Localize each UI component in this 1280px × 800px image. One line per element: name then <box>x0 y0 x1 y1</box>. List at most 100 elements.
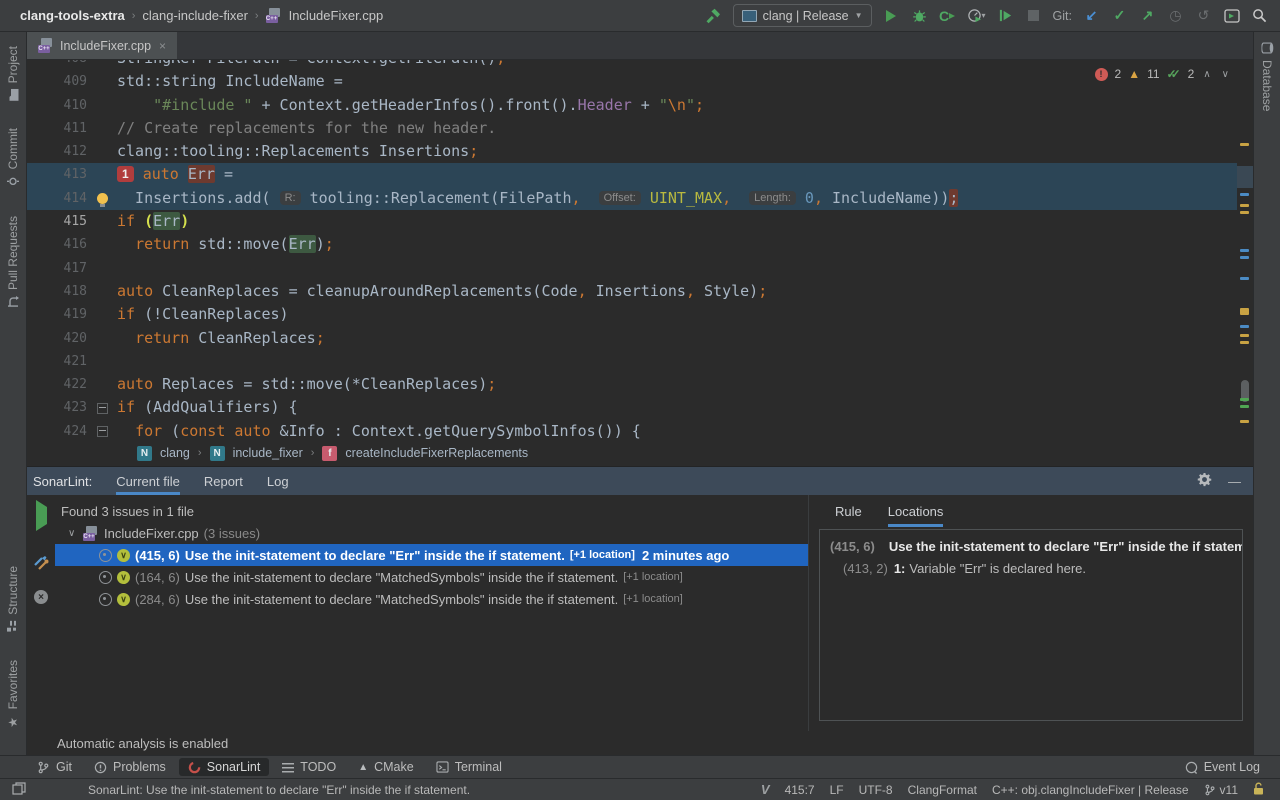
line-number[interactable]: 421 <box>27 350 87 373</box>
run-anything-icon[interactable] <box>1223 7 1240 25</box>
sidebar-item-commit[interactable]: Commit <box>6 128 20 187</box>
build-hammer-icon[interactable] <box>705 7 722 25</box>
code-line-424[interactable]: 424 for (const auto &Info : Context.getQ… <box>27 420 1237 440</box>
file-encoding[interactable]: UTF-8 <box>859 783 893 797</box>
breadcrumb-project[interactable]: clang-tools-extra <box>20 8 125 23</box>
toolwindow-git[interactable]: Git <box>28 758 81 776</box>
gutter[interactable] <box>87 327 117 350</box>
line-number[interactable]: 408 <box>27 60 87 70</box>
code-line-412[interactable]: 412clang::tooling::Replacements Insertio… <box>27 140 1237 163</box>
sidebar-item-pull-requests[interactable]: Pull Requests <box>6 216 20 308</box>
line-number[interactable]: 413 <box>27 163 87 186</box>
code-line-409[interactable]: 409std::string IncludeName = <box>27 70 1237 93</box>
configure-tools-icon[interactable] <box>34 555 49 575</box>
gutter[interactable] <box>87 117 117 140</box>
line-number[interactable]: 415 <box>27 210 87 233</box>
code-line-419[interactable]: 419if (!CleanReplaces) <box>27 303 1237 326</box>
sidebar-item-database[interactable]: Database <box>1260 42 1274 111</box>
tab-log[interactable]: Log <box>267 467 289 495</box>
issue-row[interactable]: ∨(164, 6)Use the init-statement to decla… <box>55 566 808 588</box>
gutter[interactable] <box>87 210 117 233</box>
line-number[interactable]: 412 <box>27 140 87 163</box>
gutter[interactable] <box>87 303 117 326</box>
line-number[interactable]: 409 <box>27 70 87 93</box>
gutter[interactable] <box>87 420 117 440</box>
analyze-button[interactable] <box>36 507 47 525</box>
toolwindow-cmake[interactable]: ▲ CMake <box>349 758 423 776</box>
issue-row[interactable]: ∨(284, 6)Use the init-statement to decla… <box>55 588 808 610</box>
event-log-button[interactable]: Event Log <box>1185 760 1268 774</box>
run-with-coverage-button[interactable]: C <box>939 7 956 25</box>
editor-scrollbar[interactable] <box>1237 60 1253 440</box>
code-line-411[interactable]: 411// Create replacements for the new he… <box>27 117 1237 140</box>
fold-marker-icon[interactable] <box>97 426 108 437</box>
breadcrumb-function[interactable]: createIncludeFixerReplacements <box>345 446 528 460</box>
attach-to-process-button[interactable] <box>997 7 1014 25</box>
gutter[interactable] <box>87 70 117 93</box>
line-number[interactable]: 419 <box>27 303 87 326</box>
toolwindow-problems[interactable]: Problems <box>85 758 175 776</box>
gutter[interactable] <box>87 60 117 70</box>
run-button[interactable] <box>883 7 900 25</box>
line-ending[interactable]: LF <box>830 783 844 797</box>
gutter[interactable] <box>87 94 117 117</box>
line-number[interactable]: 410 <box>27 94 87 117</box>
file-node[interactable]: ∨ C++ IncludeFixer.cpp (3 issues) <box>55 522 808 544</box>
fold-marker-icon[interactable] <box>97 403 108 414</box>
line-number[interactable]: 418 <box>27 280 87 303</box>
code-line-414[interactable]: 414 Insertions.add( R: tooling::Replacem… <box>27 187 1237 210</box>
gutter[interactable] <box>87 233 117 256</box>
close-tab-icon[interactable]: × <box>159 39 166 53</box>
gutter[interactable] <box>87 280 117 303</box>
gutter[interactable] <box>87 257 117 280</box>
code-line-418[interactable]: 418auto CleanReplaces = cleanupAroundRep… <box>27 280 1237 303</box>
line-number[interactable]: 422 <box>27 373 87 396</box>
git-branch-widget[interactable]: v11 <box>1204 783 1238 797</box>
local-history-icon[interactable]: ◷ <box>1167 7 1184 25</box>
formatter[interactable]: ClangFormat <box>908 783 977 797</box>
next-issue-icon[interactable]: ∨ <box>1220 69 1231 80</box>
gutter[interactable] <box>87 373 117 396</box>
toolwindow-sonarlint[interactable]: SonarLint <box>179 758 270 776</box>
tab-rule[interactable]: Rule <box>835 495 862 527</box>
code-line-421[interactable]: 421 <box>27 350 1237 373</box>
code-editor[interactable]: 408StringRef FilePath = Context.getFileP… <box>27 60 1253 440</box>
chevron-down-icon[interactable]: ∨ <box>68 528 78 539</box>
profiler-button[interactable]: ▾ <box>967 7 986 25</box>
breadcrumb-folder[interactable]: clang-include-fixer <box>142 8 248 23</box>
gutter[interactable] <box>87 350 117 373</box>
intention-bulb-icon[interactable] <box>97 193 108 204</box>
ideavim-icon[interactable]: V <box>761 782 770 797</box>
build-configuration[interactable]: C++: obj.clangIncludeFixer | Release <box>992 783 1189 797</box>
gutter[interactable] <box>87 396 117 419</box>
line-number[interactable]: 414 <box>27 187 87 210</box>
run-config-select[interactable]: clang | Release ▼ <box>733 4 872 27</box>
gear-icon[interactable] <box>1197 472 1212 490</box>
line-number[interactable]: 423 <box>27 396 87 419</box>
tab-locations[interactable]: Locations <box>888 495 944 527</box>
code-line-422[interactable]: 422auto Replaces = std::move(*CleanRepla… <box>27 373 1237 396</box>
gutter[interactable] <box>87 163 117 186</box>
location-flow[interactable]: (413, 2)1:Variable "Err" is declared her… <box>830 561 1232 576</box>
sidebar-item-favorites[interactable]: ★ Favorites <box>6 660 20 729</box>
code-line-408[interactable]: 408StringRef FilePath = Context.getFileP… <box>27 60 1237 70</box>
toolwindow-terminal[interactable]: Terminal <box>427 758 511 776</box>
debug-button[interactable] <box>911 7 928 25</box>
line-number[interactable]: 416 <box>27 233 87 256</box>
line-number[interactable]: 420 <box>27 327 87 350</box>
git-push-icon[interactable]: ↗ <box>1139 7 1156 25</box>
issue-row[interactable]: ∨(415, 6)Use the init-statement to decla… <box>55 544 808 566</box>
tab-report[interactable]: Report <box>204 467 243 495</box>
line-number[interactable]: 411 <box>27 117 87 140</box>
code-line-420[interactable]: 420 return CleanReplaces; <box>27 327 1237 350</box>
gutter[interactable] <box>87 187 117 210</box>
git-update-icon[interactable]: ↙ <box>1083 7 1100 25</box>
line-number[interactable]: 424 <box>27 420 87 440</box>
code-line-416[interactable]: 416 return std::move(Err); <box>27 233 1237 256</box>
gutter[interactable] <box>87 140 117 163</box>
caret-position[interactable]: 415:7 <box>785 783 815 797</box>
previous-issue-icon[interactable]: ∧ <box>1201 69 1212 80</box>
code-line-423[interactable]: 423if (AddQualifiers) { <box>27 396 1237 419</box>
code-line-410[interactable]: 410 "#include " + Context.getHeaderInfos… <box>27 94 1237 117</box>
git-commit-icon[interactable]: ✓ <box>1111 7 1128 25</box>
